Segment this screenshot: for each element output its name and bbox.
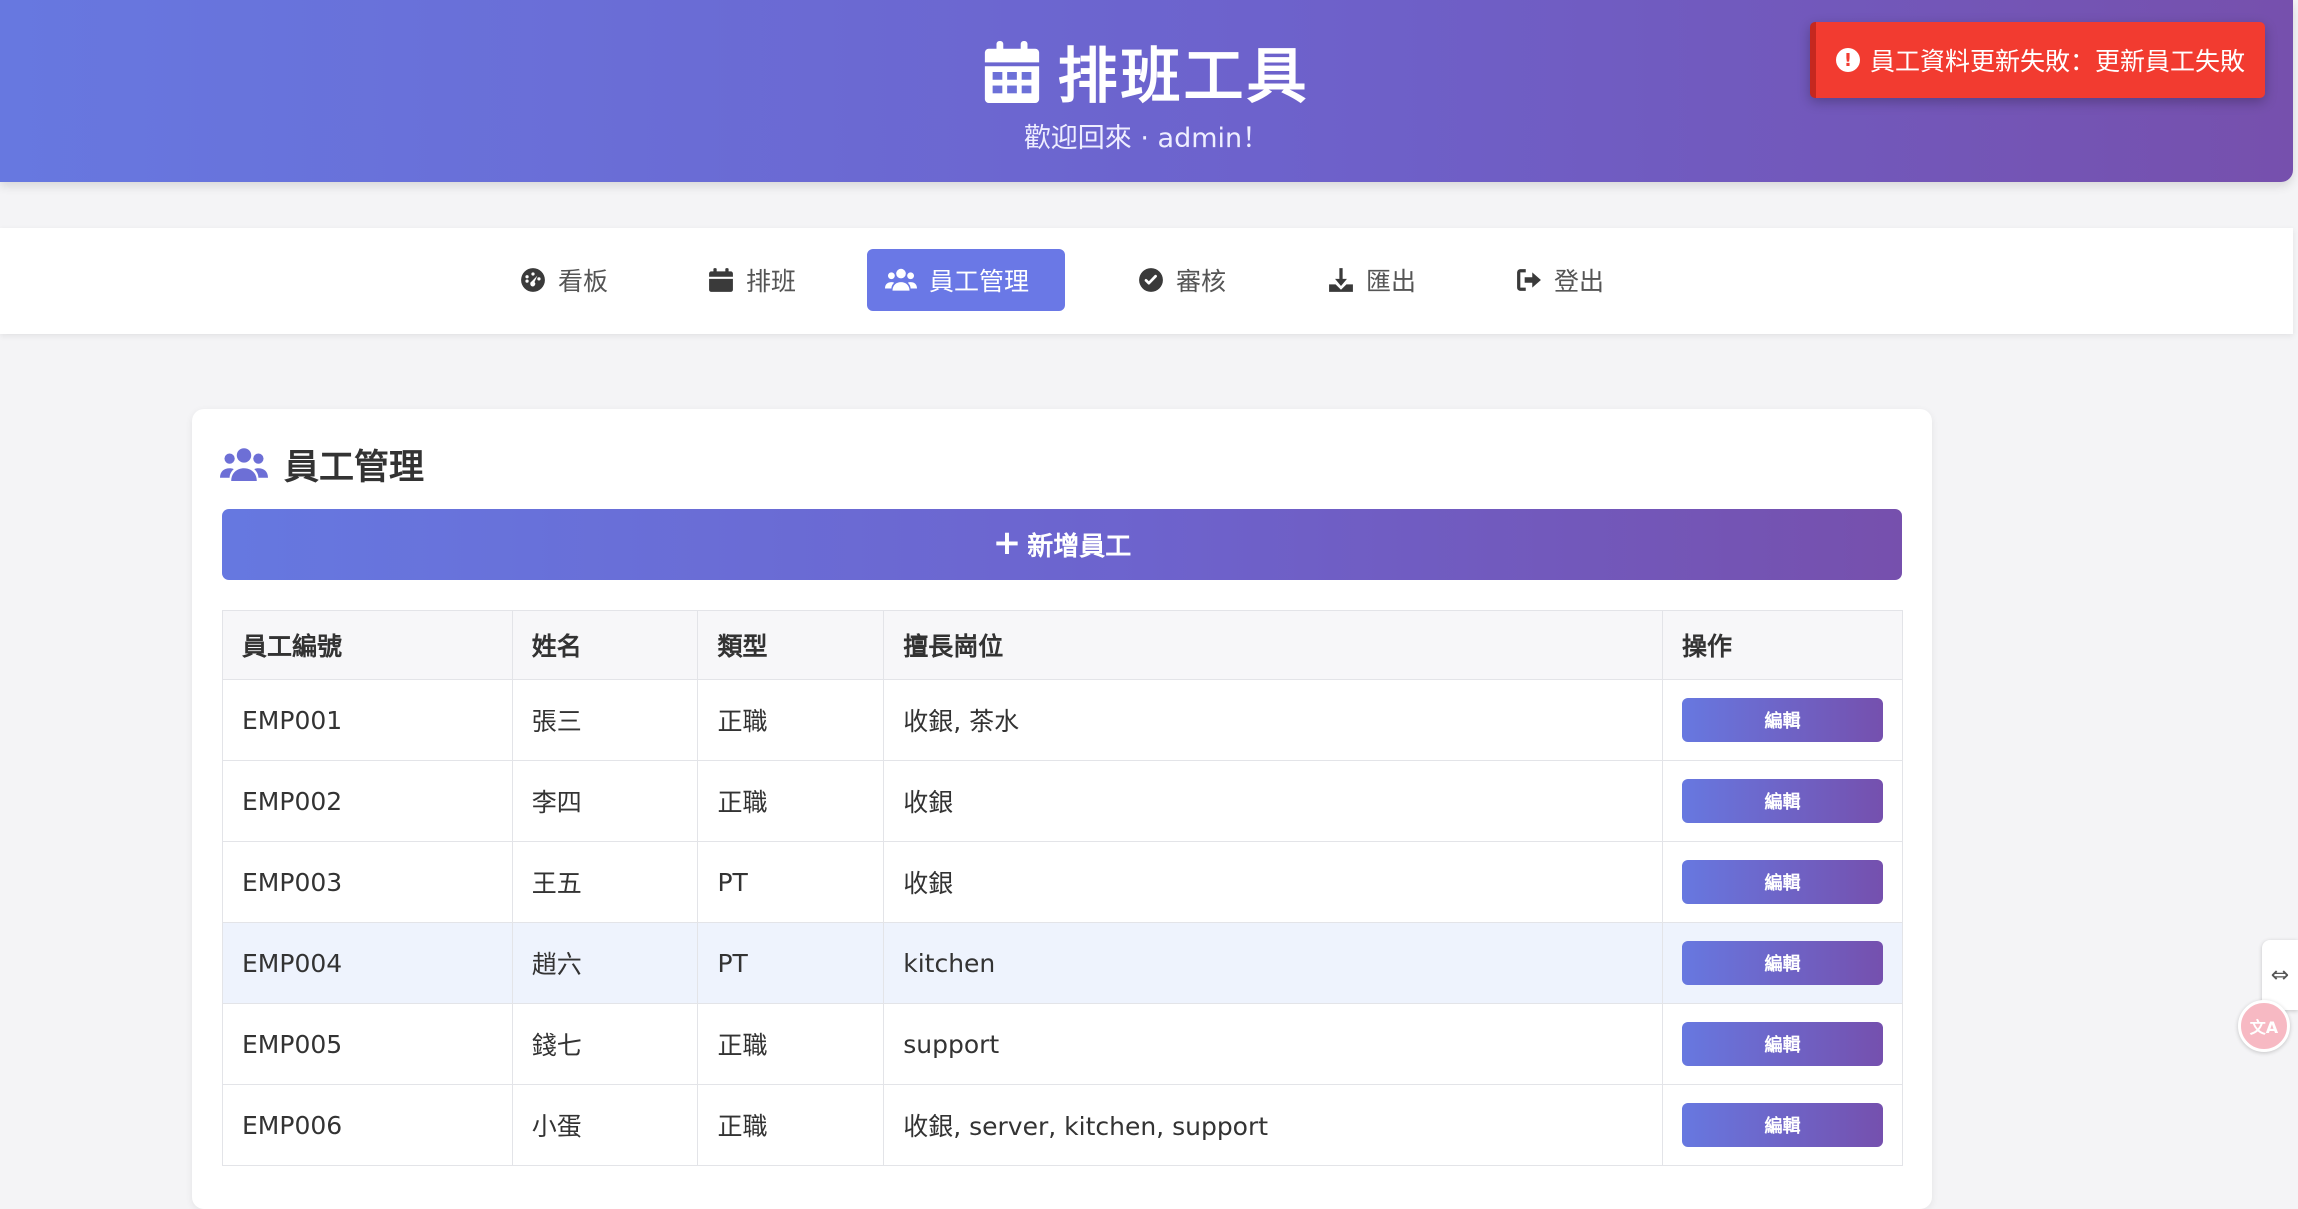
nav-item-label: 登出 <box>1554 267 1605 296</box>
add-employee-label: 新增員工 <box>1027 532 1132 562</box>
calendar-icon <box>984 40 1039 103</box>
column-header-name: 姓名 <box>511 610 699 680</box>
edit-button[interactable]: 編輯 <box>1681 1103 1883 1147</box>
cell-actions: 編輯 <box>1661 922 1904 1004</box>
error-toast[interactable]: ! 員工資料更新失敗：更新員工失敗 <box>1810 22 2265 98</box>
calendar-icon <box>709 268 733 292</box>
cell-name: 小蛋 <box>511 1084 699 1166</box>
cell-name: 趙六 <box>511 922 699 1004</box>
column-header-positions: 擅長崗位 <box>883 610 1663 680</box>
cell-actions: 編輯 <box>1661 760 1904 842</box>
table-row: EMP005 錢七 正職 support 編輯 <box>222 1003 1904 1085</box>
table-row: EMP001 張三 正職 收銀, 茶水 編輯 <box>222 679 1904 761</box>
cell-type: 正職 <box>697 1084 885 1166</box>
translate-icon: 文A <box>2249 1018 2279 1037</box>
cell-type: 正職 <box>697 679 885 761</box>
cell-id: EMP002 <box>222 760 513 842</box>
table-header-row: 員工編號 姓名 類型 擅長崗位 操作 <box>222 610 1904 680</box>
edit-button[interactable]: 編輯 <box>1681 779 1883 823</box>
nav-item-dashboard[interactable]: 看板 <box>502 249 626 311</box>
nav-item-employees[interactable]: 員工管理 <box>867 249 1065 311</box>
table-row: EMP006 小蛋 正職 收銀, server, kitchen, suppor… <box>222 1084 1904 1166</box>
cell-positions: 收銀, 茶水 <box>883 679 1663 761</box>
column-header-type: 類型 <box>697 610 885 680</box>
table-row: EMP002 李四 正職 收銀 編輯 <box>222 760 1904 842</box>
cell-name: 李四 <box>511 760 699 842</box>
table-row: EMP003 王五 PT 收銀 編輯 <box>222 841 1904 923</box>
nav-item-export[interactable]: 匯出 <box>1310 249 1434 311</box>
cell-positions: kitchen <box>883 922 1663 1004</box>
card-title: 員工管理 <box>220 439 424 490</box>
plus-icon: + <box>992 522 1022 563</box>
cell-positions: 收銀 <box>883 760 1663 842</box>
edit-button[interactable]: 編輯 <box>1681 698 1883 742</box>
nav-item-schedule[interactable]: 排班 <box>690 249 814 311</box>
users-icon <box>885 268 917 291</box>
nav-item-label: 看板 <box>558 267 609 296</box>
cell-actions: 編輯 <box>1661 679 1904 761</box>
cell-type: PT <box>697 922 885 1004</box>
cell-type: PT <box>697 841 885 923</box>
expand-icon: ⇔ <box>2270 962 2290 988</box>
dashboard-icon <box>521 268 545 292</box>
edit-button[interactable]: 編輯 <box>1681 860 1883 904</box>
main-nav: 看板 排班 員工管理 審核 匯出 登出 <box>0 228 2293 334</box>
cell-name: 錢七 <box>511 1003 699 1085</box>
cell-id: EMP005 <box>222 1003 513 1085</box>
card-title-text: 員工管理 <box>284 448 425 488</box>
cell-positions: support <box>883 1003 1663 1085</box>
exclamation-circle-icon: ! <box>1835 48 1860 72</box>
nav-item-label: 排班 <box>746 267 797 296</box>
table-row: EMP004 趙六 PT kitchen 編輯 <box>222 922 1904 1004</box>
nav-item-logout[interactable]: 登出 <box>1498 249 1622 311</box>
download-icon <box>1329 268 1353 292</box>
edit-button[interactable]: 編輯 <box>1681 941 1883 985</box>
cell-id: EMP004 <box>222 922 513 1004</box>
nav-item-label: 員工管理 <box>929 267 1030 296</box>
cell-id: EMP001 <box>222 679 513 761</box>
cell-actions: 編輯 <box>1661 841 1904 923</box>
app-title-text: 排班工具 <box>1057 42 1310 112</box>
cell-name: 張三 <box>511 679 699 761</box>
employee-management-card: 員工管理 + 新增員工 員工編號 姓名 類型 擅長崗位 操作 EMP001 張三… <box>192 409 1932 1209</box>
add-employee-button[interactable]: + 新增員工 <box>222 509 1902 580</box>
users-icon <box>220 447 268 481</box>
translate-badge[interactable]: 文A <box>2238 1000 2290 1052</box>
edit-button[interactable]: 編輯 <box>1681 1022 1883 1066</box>
employee-table: 員工編號 姓名 類型 擅長崗位 操作 EMP001 張三 正職 收銀, 茶水 編… <box>222 610 1904 1166</box>
welcome-text: 歡迎回來 · admin！ <box>1023 123 1270 154</box>
column-header-id: 員工編號 <box>222 610 513 680</box>
logout-icon <box>1517 269 1541 291</box>
cell-name: 王五 <box>511 841 699 923</box>
cell-actions: 編輯 <box>1661 1003 1904 1085</box>
column-header-actions: 操作 <box>1661 610 1904 680</box>
cell-actions: 編輯 <box>1661 1084 1904 1166</box>
cell-type: 正職 <box>697 1003 885 1085</box>
error-toast-message: 員工資料更新失敗：更新員工失敗 <box>1869 47 2245 76</box>
nav-item-review[interactable]: 審核 <box>1120 249 1244 311</box>
nav-item-label: 審核 <box>1176 267 1227 296</box>
check-circle-icon <box>1139 268 1163 292</box>
nav-item-label: 匯出 <box>1366 267 1417 296</box>
cell-positions: 收銀 <box>883 841 1663 923</box>
cell-type: 正職 <box>697 760 885 842</box>
cell-positions: 收銀, server, kitchen, support <box>883 1084 1663 1166</box>
cell-id: EMP006 <box>222 1084 513 1166</box>
cell-id: EMP003 <box>222 841 513 923</box>
